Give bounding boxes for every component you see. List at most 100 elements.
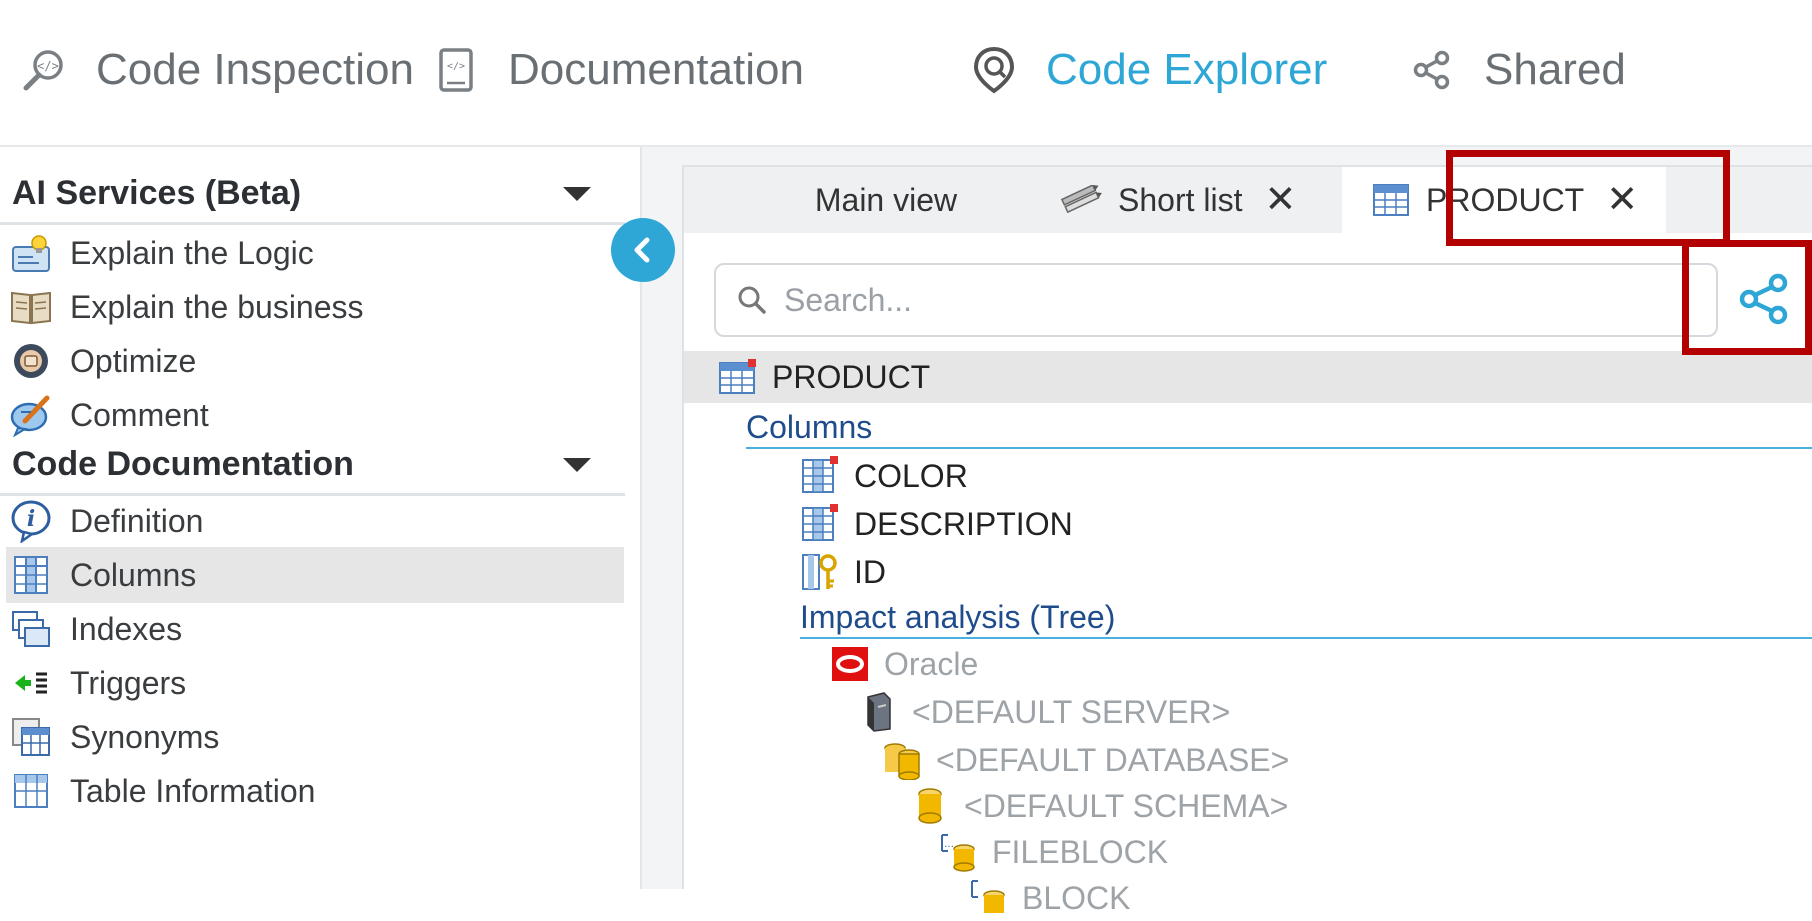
tab-main-view[interactable]: Main view <box>736 167 1036 233</box>
sidebar-item-label: Explain the Logic <box>70 234 314 271</box>
tree-root-row[interactable]: PRODUCT <box>684 351 1812 403</box>
comment-pen-icon <box>6 390 56 440</box>
svg-text:</>: </> <box>37 59 59 73</box>
sidebar-item-label: Comment <box>70 396 209 433</box>
nav-code-inspection[interactable]: </> Code Inspection <box>18 38 414 102</box>
optimize-icon <box>6 336 56 386</box>
tree-section-impact-analysis: Impact analysis (Tree) <box>800 597 1812 639</box>
sidebar-item-label: Table Information <box>70 772 316 809</box>
nav-label: Code Inspection <box>96 45 414 94</box>
tab-product[interactable]: PRODUCT ✕ <box>1342 167 1666 233</box>
sidebar-item-label: Optimize <box>70 342 197 379</box>
tree-row-database[interactable]: <DEFAULT DATABASE> <box>880 737 1289 783</box>
caret-down-icon[interactable] <box>563 458 591 472</box>
nav-documentation[interactable]: </> Documentation <box>430 38 804 102</box>
tree-row-label: ID <box>854 553 886 590</box>
sidebar-item-optimize[interactable]: Optimize <box>6 333 624 389</box>
search-icon <box>736 284 768 316</box>
sidebar-item-indexes[interactable]: Indexes <box>6 601 624 657</box>
schema-icon <box>908 784 952 828</box>
tree-row-block[interactable]: BLOCK <box>966 875 1130 921</box>
sidebar-item-table-information[interactable]: Table Information <box>6 763 624 819</box>
table-info-icon <box>6 766 56 816</box>
close-icon[interactable]: ✕ <box>1264 181 1296 219</box>
object-tree: PRODUCT Columns COLOR DESCRIPTION ID Imp… <box>684 351 1812 916</box>
indexes-icon <box>6 604 56 654</box>
chevron-left-icon <box>634 237 650 263</box>
tree-row-label: COLOR <box>854 457 968 494</box>
table-icon <box>1372 183 1410 217</box>
svg-text:</>: </> <box>447 61 465 72</box>
sidebar-item-label: Definition <box>70 502 204 539</box>
tree-row-label: <DEFAULT SCHEMA> <box>964 787 1289 824</box>
left-sidebar: AI Services (Beta) Explain the Logic Exp… <box>0 147 642 889</box>
sidebar-item-explain-logic[interactable]: Explain the Logic <box>6 225 624 281</box>
block-icon <box>966 876 1010 920</box>
tree-row-column[interactable]: COLOR <box>798 453 968 499</box>
column-icon <box>798 502 842 546</box>
columns-icon <box>6 550 56 600</box>
tree-root-label: PRODUCT <box>772 358 931 395</box>
oracle-icon <box>828 642 872 686</box>
code-explorer-icon <box>968 44 1020 96</box>
share-icon <box>1406 44 1458 96</box>
tree-row-label: DESCRIPTION <box>854 505 1073 542</box>
tree-row-schema[interactable]: <DEFAULT SCHEMA> <box>908 783 1288 829</box>
pencils-icon <box>1060 185 1104 215</box>
triggers-icon <box>6 658 56 708</box>
tab-label: Main view <box>814 181 958 218</box>
sidebar-item-label: Synonyms <box>70 718 220 755</box>
nav-label: Shared <box>1484 45 1626 94</box>
tree-row-label: <DEFAULT SERVER> <box>912 693 1231 730</box>
caret-down-icon[interactable] <box>563 187 591 201</box>
sidebar-item-definition[interactable]: i Definition <box>6 493 624 549</box>
nav-code-explorer[interactable]: Code Explorer <box>968 38 1327 102</box>
svg-text:i: i <box>27 506 35 532</box>
tree-row-column[interactable]: ID <box>798 549 886 595</box>
nav-shared[interactable]: Shared <box>1406 38 1626 102</box>
info-icon: i <box>6 496 56 546</box>
tree-row-fileblock[interactable]: … FILEBLOCK <box>936 829 1168 875</box>
book-icon <box>6 282 56 332</box>
tree-row-label: FILEBLOCK <box>992 833 1169 870</box>
close-icon[interactable]: ✕ <box>1606 181 1638 219</box>
sidebar-item-triggers[interactable]: Triggers <box>6 655 624 711</box>
section-header-code-documentation[interactable]: Code Documentation <box>0 435 625 496</box>
share-icon <box>1739 273 1788 325</box>
sidebar-item-label: Triggers <box>70 664 187 701</box>
sidebar-item-columns[interactable]: Columns <box>6 547 624 603</box>
fileblock-icon: … <box>936 830 980 874</box>
tab-label: PRODUCT <box>1426 181 1585 218</box>
sidebar-item-label: Explain the business <box>70 288 364 325</box>
main-panel: Main view Short list ✕ PRODUCT ✕ Search.… <box>642 147 1812 916</box>
tree-row-label: <DEFAULT DATABASE> <box>936 741 1290 778</box>
section-title: AI Services (Beta) <box>12 173 302 212</box>
tree-row-server[interactable]: <DEFAULT SERVER> <box>856 689 1230 735</box>
primary-key-icon <box>798 550 842 594</box>
tree-row-label: BLOCK <box>1022 879 1131 916</box>
lightbulb-icon <box>6 228 56 278</box>
synonyms-icon <box>6 712 56 762</box>
sidebar-item-synonyms[interactable]: Synonyms <box>6 709 624 765</box>
tab-bar: Main view Short list ✕ PRODUCT ✕ <box>682 165 1812 233</box>
search-input[interactable]: Search... <box>784 282 912 319</box>
svg-text:…: … <box>944 839 954 850</box>
tree-row-column[interactable]: DESCRIPTION <box>798 501 1073 547</box>
search-box[interactable]: Search... <box>714 263 1718 337</box>
documentation-icon: </> <box>430 44 482 96</box>
sidebar-item-label: Columns <box>70 556 197 593</box>
tree-row-oracle[interactable]: Oracle <box>828 641 978 687</box>
collapse-sidebar-button[interactable] <box>611 218 675 282</box>
table-icon <box>718 359 758 395</box>
database-icon <box>880 738 924 782</box>
nav-label: Code Explorer <box>1046 45 1328 94</box>
tab-content: Search... PRODUCT Columns COLOR DESCRIPT… <box>682 233 1812 916</box>
share-graph-button[interactable] <box>1728 263 1800 335</box>
section-header-ai-services[interactable]: AI Services (Beta) <box>0 164 625 225</box>
sidebar-item-label: Indexes <box>70 610 183 647</box>
server-icon <box>856 690 900 734</box>
nav-label: Documentation <box>508 45 804 94</box>
sidebar-item-explain-business[interactable]: Explain the business <box>6 279 624 335</box>
tab-short-list[interactable]: Short list ✕ <box>1060 167 1350 233</box>
code-inspection-icon: </> <box>18 44 70 96</box>
